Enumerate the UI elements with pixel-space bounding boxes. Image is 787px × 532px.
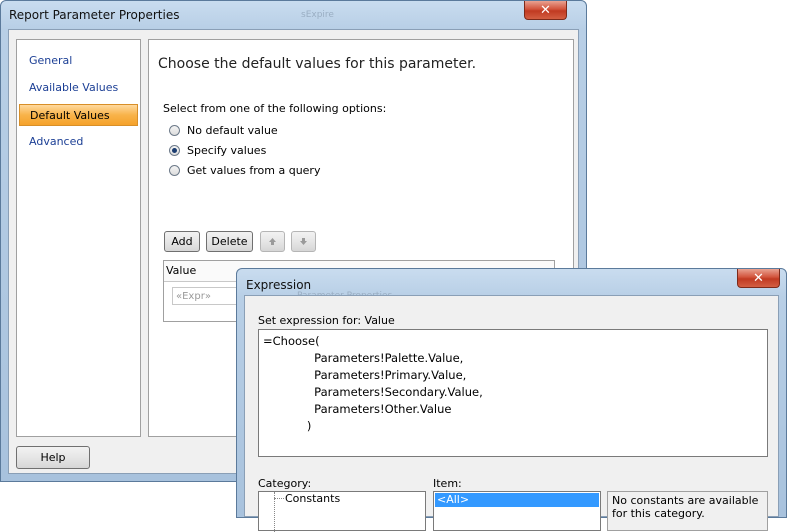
close-icon: ✕	[540, 2, 551, 18]
close-button[interactable]: ✕	[737, 269, 780, 288]
tree-item-constants[interactable]: Constants	[285, 492, 340, 505]
radio-specify-values[interactable]: Specify values	[169, 142, 266, 158]
arrow-up-icon	[269, 238, 276, 245]
close-button[interactable]: ✕	[524, 1, 567, 20]
page-title: Choose the default values for this param…	[158, 56, 477, 72]
add-button[interactable]: Add	[164, 231, 200, 252]
item-list[interactable]: <All>	[433, 491, 601, 531]
nav-item-default-values[interactable]: Default Values	[19, 104, 138, 126]
radio-button[interactable]	[169, 164, 180, 176]
tree-connector	[274, 498, 284, 500]
move-down-button[interactable]	[291, 231, 316, 252]
radio-button[interactable]	[169, 124, 180, 136]
value-cell-text: «Expr»	[176, 291, 211, 302]
item-label: Item:	[433, 477, 462, 490]
category-tree[interactable]: Constants	[258, 491, 426, 532]
arrow-down-icon	[300, 238, 307, 245]
window-title: Expression	[246, 278, 312, 292]
radio-label: Get values from a query	[187, 163, 321, 177]
nav-item-advanced[interactable]: Advanced	[19, 131, 138, 153]
nav-pane: General Available Values Default Values …	[16, 39, 141, 437]
expression-editor[interactable]: =Choose( Parameters!Palette.Value, Param…	[258, 329, 768, 457]
radio-label: Specify values	[187, 143, 267, 157]
radio-button[interactable]	[169, 144, 180, 156]
nav-item-general[interactable]: General	[19, 50, 138, 72]
window-title: Report Parameter Properties	[9, 8, 180, 22]
title-bar[interactable]: Expression Parameter Properties ✕	[237, 269, 786, 301]
list-item-all[interactable]: <All>	[435, 493, 599, 507]
category-label: Category:	[258, 477, 312, 490]
item-description: No constants are available for this cate…	[607, 491, 768, 531]
expression-text[interactable]: =Choose( Parameters!Palette.Value, Param…	[259, 330, 767, 438]
move-up-button[interactable]	[260, 231, 285, 252]
options-prompt: Select from one of the following options…	[163, 102, 387, 115]
close-icon: ✕	[753, 270, 764, 286]
radio-label: No default value	[187, 123, 278, 137]
radio-get-values-from-query[interactable]: Get values from a query	[169, 162, 320, 178]
nav-item-available-values[interactable]: Available Values	[19, 77, 138, 99]
help-button[interactable]: Help	[16, 446, 90, 469]
dialog-body: Set expression for: Value =Choose( Param…	[244, 295, 779, 532]
delete-button[interactable]: Delete	[206, 231, 253, 252]
expression-window: Expression Parameter Properties ✕ Set ex…	[236, 268, 787, 532]
set-expression-label: Set expression for: Value	[258, 314, 395, 327]
background-ghost-title: sExpire	[301, 10, 334, 20]
title-bar[interactable]: Report Parameter Properties sExpire ✕	[1, 1, 586, 29]
radio-no-default-value[interactable]: No default value	[169, 122, 278, 138]
